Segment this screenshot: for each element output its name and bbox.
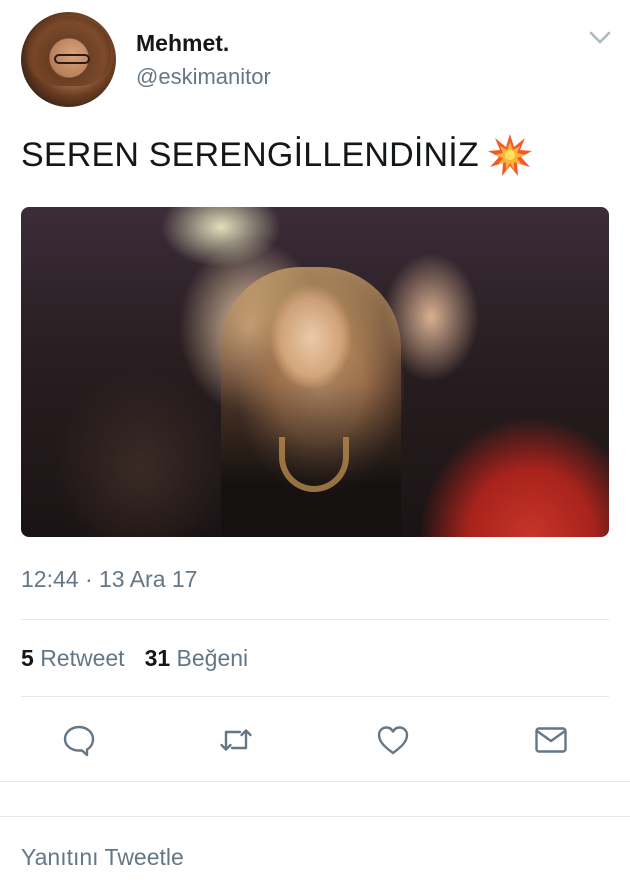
heart-icon <box>377 726 409 755</box>
tweet-actions <box>0 722 630 758</box>
chevron-down-icon[interactable] <box>588 30 612 46</box>
author-handle[interactable]: @eskimanitor <box>136 64 271 90</box>
retweets-label: Retweet <box>40 645 125 671</box>
likes-label: Beğeni <box>176 645 249 671</box>
reply-icon <box>63 725 95 757</box>
reply-button[interactable] <box>61 722 97 758</box>
direct-message-button[interactable] <box>533 722 569 758</box>
retweets-stat[interactable]: 5 Retweet <box>21 645 125 671</box>
tweet-timestamp[interactable]: 12:44 · 13 Ara 17 <box>21 566 197 593</box>
tweet-text-content: SEREN SERENGİLLENDİNİZ <box>21 135 479 174</box>
reply-input[interactable]: Yanıtını Tweetle <box>21 844 184 871</box>
media-central-figure <box>221 267 401 537</box>
retweet-icon <box>220 729 252 751</box>
divider <box>21 619 609 620</box>
divider <box>0 816 630 817</box>
mail-icon <box>535 727 567 753</box>
author-display-name[interactable]: Mehmet. <box>136 30 229 57</box>
tweet-media-image[interactable] <box>21 207 609 537</box>
avatar-hair <box>27 16 111 86</box>
tweet-text: SEREN SERENGİLLENDİNİZ <box>21 132 533 178</box>
author-avatar[interactable] <box>21 12 116 107</box>
like-button[interactable] <box>375 722 411 758</box>
retweets-count: 5 <box>21 645 34 671</box>
likes-stat[interactable]: 31 Beğeni <box>145 645 249 671</box>
tweet-stats: 5 Retweet 31 Beğeni <box>21 645 248 672</box>
retweet-button[interactable] <box>218 722 254 758</box>
avatar-glasses <box>54 54 90 64</box>
collision-icon <box>487 132 533 178</box>
likes-count: 31 <box>144 645 171 671</box>
divider <box>0 781 630 782</box>
divider <box>21 696 609 697</box>
